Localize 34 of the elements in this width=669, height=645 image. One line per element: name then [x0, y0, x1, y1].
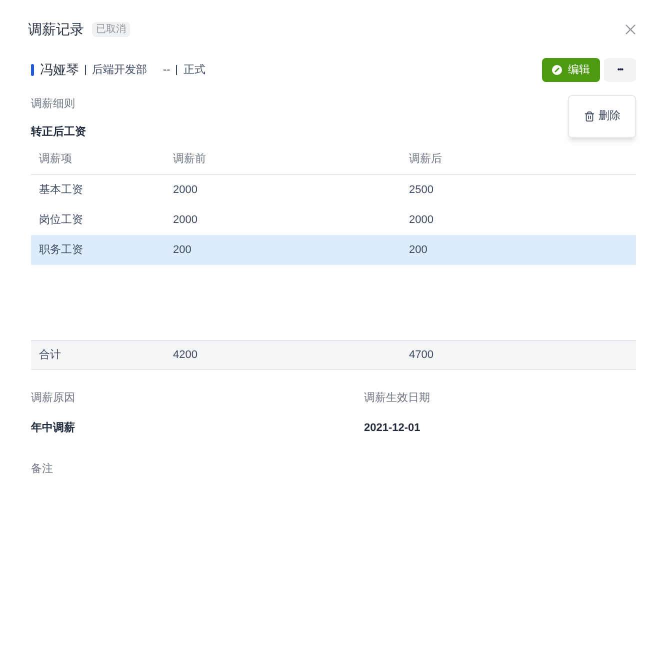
trash-icon: [584, 111, 594, 122]
table-cell-text: 岗位工资: [38, 212, 84, 228]
field-label: 调薪原因: [31, 390, 76, 406]
position: --: [163, 62, 170, 78]
accent-bar: [31, 64, 34, 76]
employee-name: 冯娅琴: [40, 61, 79, 80]
total-cell-text: 合计: [38, 348, 62, 363]
section-label: 调薪细则: [31, 96, 76, 112]
total-cell-text: 4700: [408, 348, 434, 363]
column-header: 调薪项: [38, 152, 73, 168]
field-label: 备注: [31, 462, 54, 477]
table-cell-text: 2000: [172, 182, 198, 198]
delete-menu-item[interactable]: 删除: [584, 108, 620, 125]
edit-button[interactable]: 编辑: [542, 58, 600, 82]
employment-type: 正式: [183, 62, 206, 78]
more-button[interactable]: •••: [604, 58, 636, 82]
status-badge: 已取消: [92, 22, 130, 37]
column-header: 调薪后: [408, 152, 443, 168]
table-cell-text: 基本工资: [38, 182, 84, 198]
column-header: 调薪前: [172, 152, 207, 168]
field-value: 2021-12-01: [364, 420, 422, 436]
table-cell-text: 职务工资: [38, 242, 84, 258]
subsection-title: 转正后工资: [31, 124, 87, 140]
edit-icon: [552, 65, 562, 75]
table-cell-text: 2000: [408, 212, 434, 228]
dialog-title: 调薪记录: [28, 20, 84, 39]
total-cell-text: 4200: [172, 348, 198, 363]
table-cell-text: 200: [172, 242, 192, 258]
table-cell-text: 2500: [408, 182, 434, 198]
table-cell-text: 2000: [172, 212, 198, 228]
table-cell-text: 200: [408, 242, 428, 258]
department: 后端开发部: [92, 62, 147, 78]
field-value: 年中调薪: [31, 420, 76, 436]
field-label: 调薪生效日期: [364, 390, 431, 406]
